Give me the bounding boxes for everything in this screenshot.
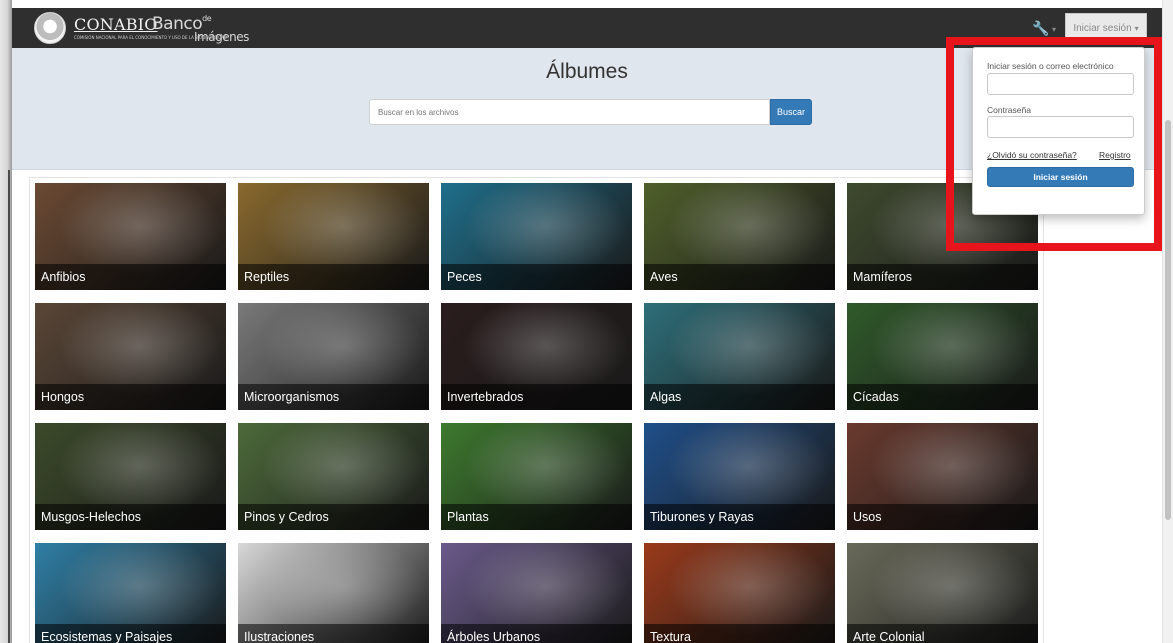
album-tile[interactable]: Textura (644, 543, 835, 643)
chevron-down-icon: ▾ (1134, 23, 1139, 33)
album-label: Árboles Urbanos (441, 624, 632, 643)
album-tile[interactable]: Tiburones y Rayas (644, 423, 835, 530)
conabio-seal-icon (34, 12, 66, 44)
scrollbar-thumb[interactable] (1165, 120, 1171, 520)
album-tile[interactable]: Usos (847, 423, 1038, 530)
album-tile[interactable]: Pinos y Cedros (238, 423, 429, 530)
album-label: Cícadas (847, 384, 1038, 410)
banco-imagenes-word: Imágenes (194, 30, 249, 44)
album-label: Plantas (441, 504, 632, 530)
register-link[interactable]: Registro (1099, 150, 1131, 160)
album-tile[interactable]: Aves (644, 183, 835, 290)
album-label: Usos (847, 504, 1038, 530)
album-tile[interactable]: Anfibios (35, 183, 226, 290)
wrench-icon[interactable]: 🔧 (1032, 21, 1049, 37)
login-toggle-label: Iniciar sesión (1073, 22, 1132, 34)
album-tile[interactable]: Hongos (35, 303, 226, 410)
album-label: Peces (441, 264, 632, 290)
album-tile[interactable]: Ecosistemas y Paisajes (35, 543, 226, 643)
album-tile[interactable]: Ilustraciones (238, 543, 429, 643)
album-label: Algas (644, 384, 835, 410)
window-left-edge (0, 0, 12, 643)
album-label: Anfibios (35, 264, 226, 290)
forgot-password-link[interactable]: ¿Olvidó su contraseña? (987, 150, 1077, 160)
album-grid: Anfibios Reptiles Peces Aves Mamíferos Hongos… (29, 177, 1044, 643)
album-label: Invertebrados (441, 384, 632, 410)
banco-imagenes-logo[interactable]: Bancode Imágenes (152, 14, 249, 44)
album-tile[interactable]: Musgos-Helechos (35, 423, 226, 530)
album-label: Arte Colonial (847, 624, 1038, 643)
album-tile[interactable]: Plantas (441, 423, 632, 530)
album-label: Musgos-Helechos (35, 504, 226, 530)
login-dropdown: Iniciar sesión o correo electrónico Cont… (972, 47, 1145, 215)
password-field[interactable] (987, 116, 1134, 138)
album-tile[interactable]: Reptiles (238, 183, 429, 290)
username-field[interactable] (987, 73, 1134, 95)
album-label: Ecosistemas y Paisajes (35, 624, 226, 643)
album-tile[interactable]: Invertebrados (441, 303, 632, 410)
album-label: Reptiles (238, 264, 429, 290)
album-tile[interactable]: Árboles Urbanos (441, 543, 632, 643)
album-tile[interactable]: Peces (441, 183, 632, 290)
search-input[interactable] (369, 99, 770, 125)
chevron-down-icon[interactable]: ▾ (1052, 25, 1056, 34)
login-submit-button[interactable]: Iniciar sesión (987, 167, 1134, 187)
album-label: Pinos y Cedros (238, 504, 429, 530)
banco-de: de (202, 14, 212, 23)
conabio-name: CONABIO (74, 14, 158, 34)
album-label: Aves (644, 264, 835, 290)
password-label: Contraseña (987, 105, 1031, 115)
album-tile[interactable]: Algas (644, 303, 835, 410)
album-label: Ilustraciones (238, 624, 429, 643)
vertical-scrollbar[interactable] (1162, 0, 1173, 643)
album-tile[interactable]: Cícadas (847, 303, 1038, 410)
album-tile[interactable]: Microorganismos (238, 303, 429, 410)
username-label: Iniciar sesión o correo electrónico (987, 61, 1114, 71)
album-label: Textura (644, 624, 835, 643)
album-tile[interactable]: Arte Colonial (847, 543, 1038, 643)
album-label: Mamíferos (847, 264, 1038, 290)
album-label: Hongos (35, 384, 226, 410)
album-label: Microorganismos (238, 384, 429, 410)
search-button[interactable]: Buscar (770, 99, 812, 125)
album-label: Tiburones y Rayas (644, 504, 835, 530)
